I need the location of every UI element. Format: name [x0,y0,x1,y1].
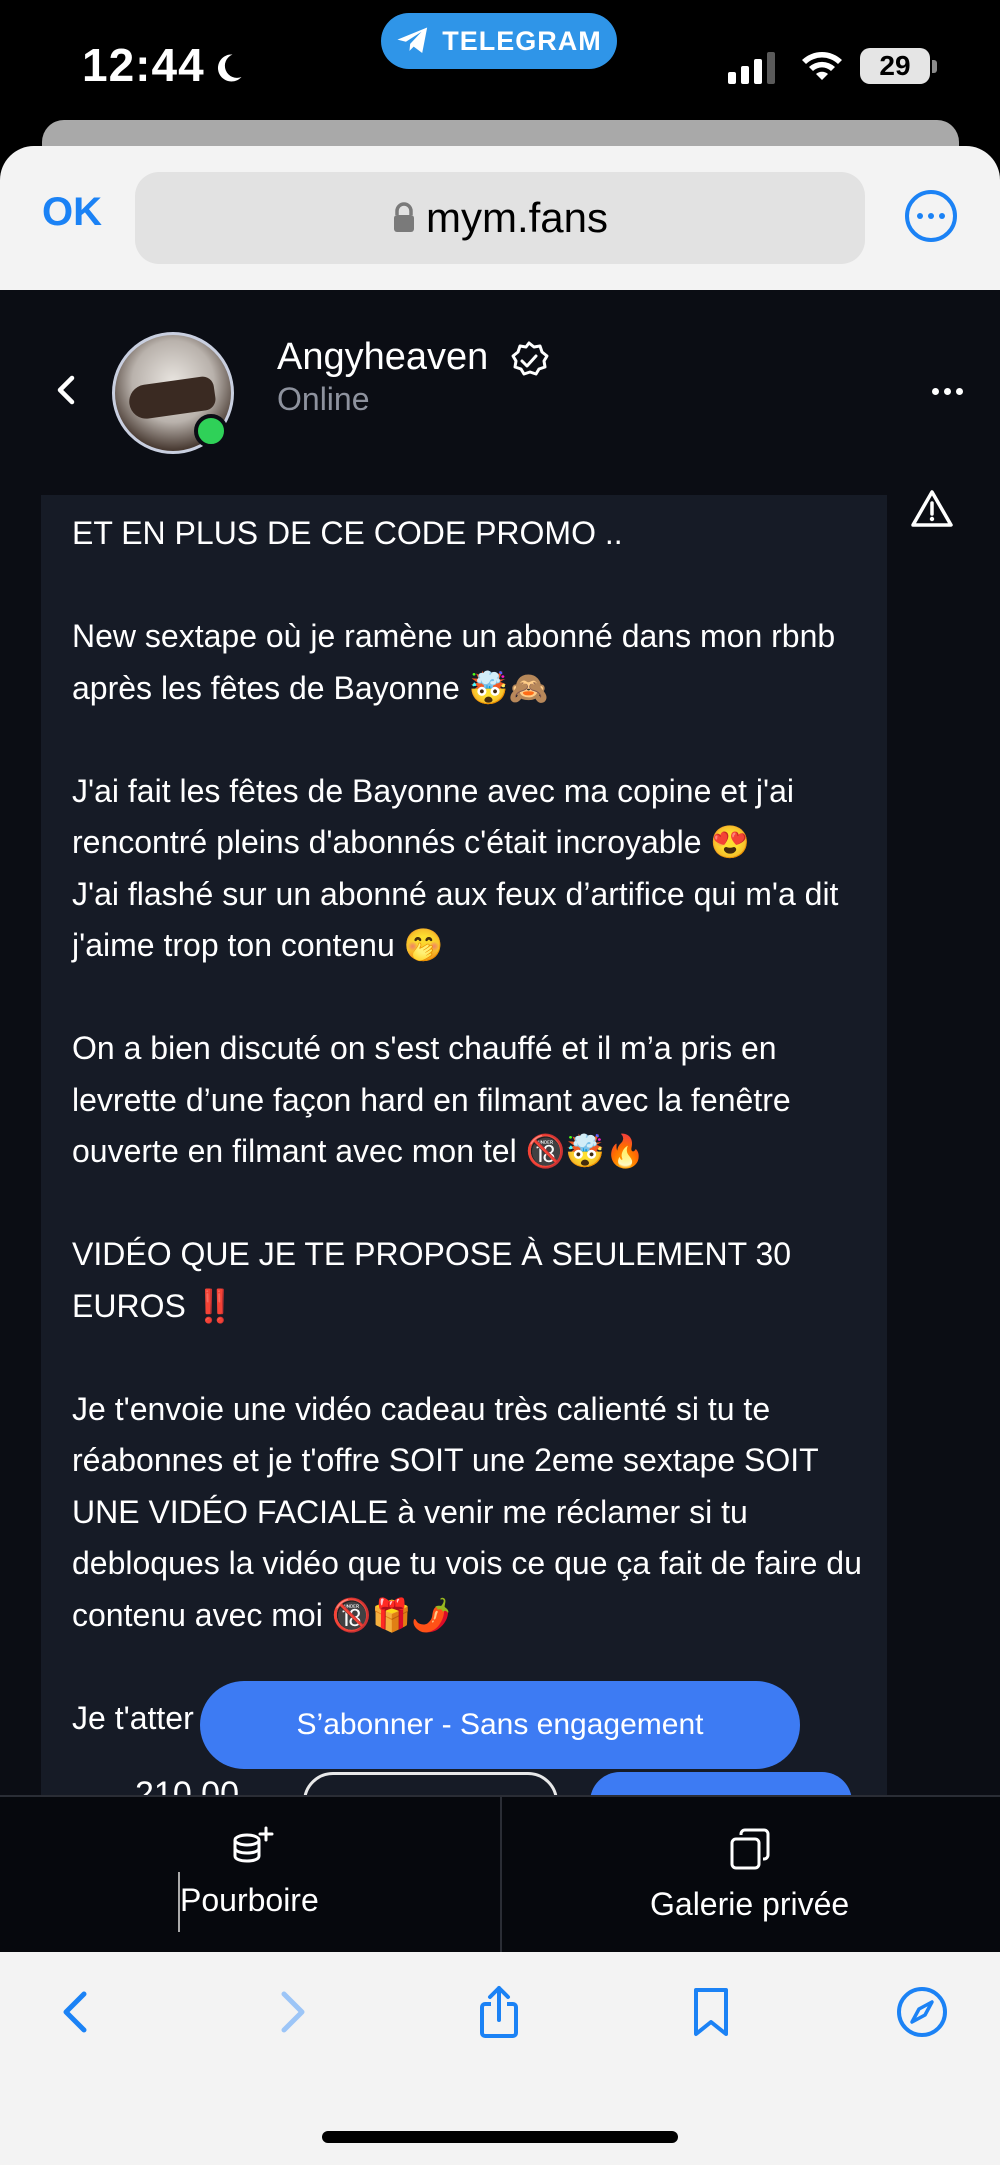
creator-name[interactable]: Angyheaven [277,336,488,379]
browser-more-button[interactable] [905,190,957,242]
share-icon[interactable] [471,1984,527,2040]
compass-icon[interactable] [894,1984,950,2040]
ok-button[interactable]: OK [42,190,102,235]
private-gallery-icon[interactable] [728,1826,772,1872]
coins-tip-icon[interactable] [228,1826,274,1870]
subscribe-button[interactable]: S’abonner - Sans engagement [200,1681,800,1769]
battery-indicator: 29 [860,48,930,84]
gallery-button-label[interactable]: Galerie privée [650,1886,849,1923]
online-status-dot [194,414,228,448]
battery-tip [932,60,937,73]
message-text: ET EN PLUS DE CE CODE PROMO .. New sexta… [72,515,862,1736]
clock: 12:44 [82,39,205,91]
report-warning-icon[interactable] [910,488,954,528]
creator-online-status: Online [277,381,370,417]
cellular-signal-icon [728,52,775,84]
telegram-return-pill[interactable]: TELEGRAM [381,13,617,69]
telegram-icon [397,27,428,54]
home-indicator[interactable] [322,2131,678,2143]
wifi-icon [802,52,842,80]
forward-arrow-icon[interactable] [262,1984,318,2040]
back-arrow-icon[interactable] [50,1984,106,2040]
bookmarks-icon[interactable] [683,1984,739,2040]
url-field[interactable]: mym.fans [135,172,865,264]
lock-icon [393,202,414,232]
url-text: mym.fans [425,194,609,241]
verified-badge-icon [511,341,549,376]
moon-icon [217,54,242,82]
chat-more-button[interactable] [932,388,963,395]
tip-button-label[interactable]: Pourboire [180,1882,319,1919]
telegram-label: TELEGRAM [442,25,602,56]
action-divider [500,1797,502,1952]
back-chevron-icon[interactable] [52,370,82,410]
